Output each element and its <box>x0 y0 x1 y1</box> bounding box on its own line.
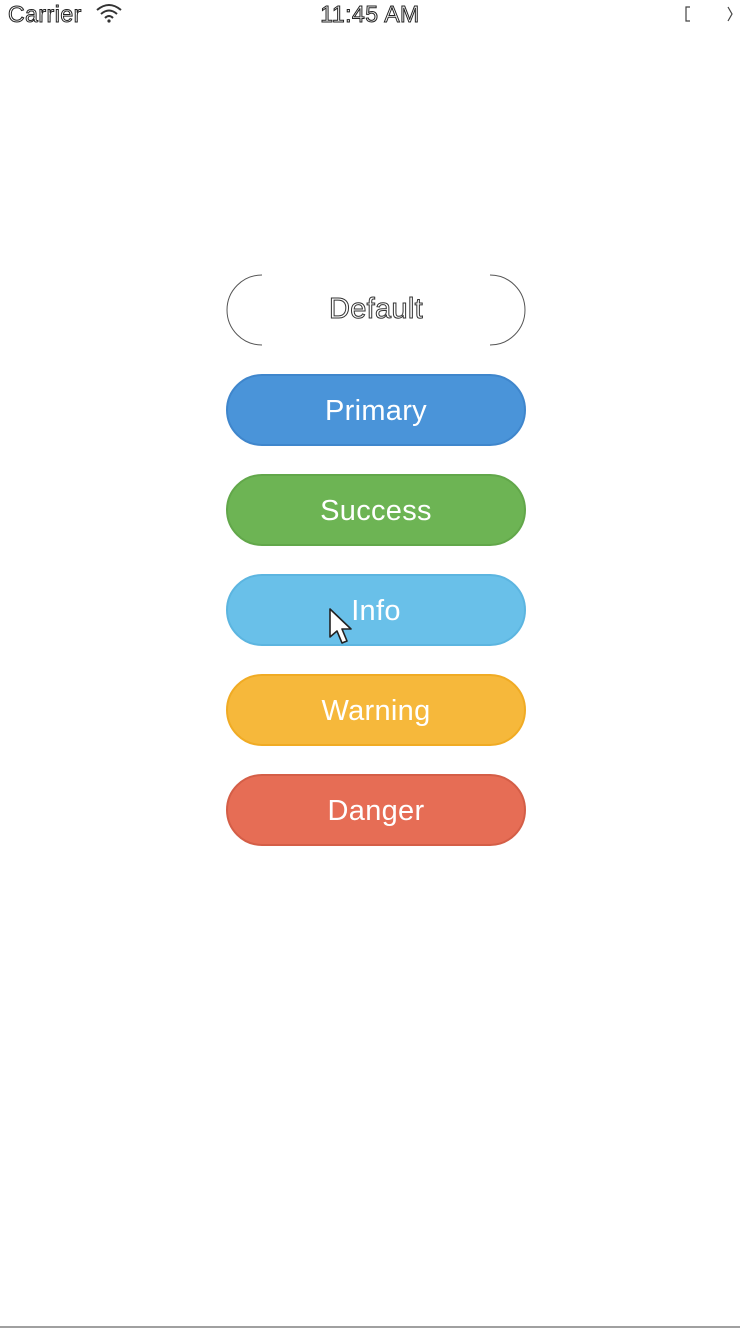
info-button[interactable]: Info <box>226 574 526 646</box>
status-bar: Carrier 11:45 AM <box>0 0 740 30</box>
default-button-label: Default <box>329 293 424 326</box>
danger-button[interactable]: Danger <box>226 774 526 846</box>
primary-button-label: Primary <box>325 395 427 427</box>
primary-button[interactable]: Primary <box>226 374 526 446</box>
button-stack: Default Primary Success Info Warning Dan… <box>226 274 526 874</box>
info-button-label: Info <box>351 595 401 627</box>
battery-left-icon <box>685 6 690 22</box>
clock-time: 11:45 AM <box>320 1 420 28</box>
success-button[interactable]: Success <box>226 474 526 546</box>
danger-button-label: Danger <box>327 795 425 827</box>
mouse-cursor-icon <box>329 608 352 644</box>
success-button-label: Success <box>320 495 432 527</box>
battery-right-icon <box>727 6 733 22</box>
warning-button[interactable]: Warning <box>226 674 526 746</box>
default-button[interactable]: Default <box>226 274 526 346</box>
warning-button-label: Warning <box>321 695 431 727</box>
